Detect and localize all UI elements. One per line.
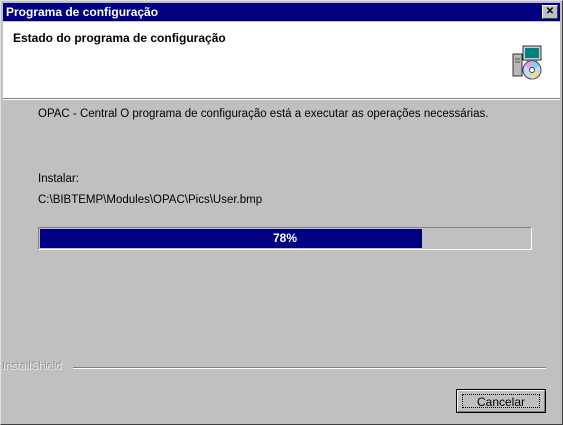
close-icon: ✕ [545,6,555,17]
title-bar[interactable]: Programa de configuração ✕ [3,3,560,21]
footer-divider-highlight [73,368,546,369]
install-label: Instalar: [38,173,79,185]
setup-dialog: Programa de configuração ✕ Estado do pro… [0,0,563,425]
progress-percent: 78% [272,231,298,245]
cancel-button-label: Cancelar [462,394,540,409]
current-file-path: C:\BIBTEMP\Modules\OPAC\Pics\User.bmp [38,194,263,206]
setup-computer-cd-icon [512,45,542,80]
installshield-brand: InstallShield [3,361,63,373]
status-text: OPAC - Central O programa de configuraçã… [38,108,489,120]
dialog-header: Estado do programa de configuração [3,22,560,98]
cancel-button[interactable]: Cancelar [456,389,546,413]
header-divider-highlight [3,99,560,100]
cancel-button-bevel: Cancelar [457,390,545,412]
progress-bar: 78% [38,227,532,250]
close-button[interactable]: ✕ [542,5,558,19]
header-title: Estado do programa de configuração [13,31,226,45]
window-title: Programa de configuração [6,5,159,19]
